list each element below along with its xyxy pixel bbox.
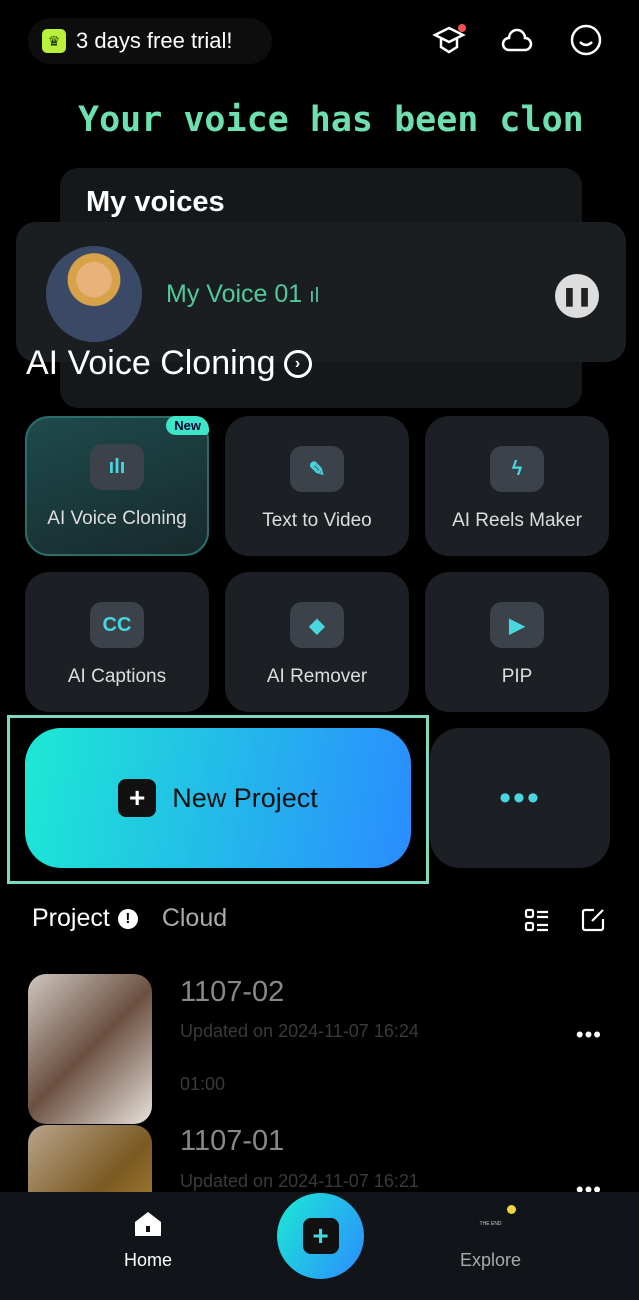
cloud-icon[interactable] [499,22,535,58]
nav-explore[interactable]: THE END Explore [460,1205,522,1271]
explore-thumbnail: THE END [479,1221,502,1227]
nav-home[interactable]: Home [124,1210,172,1271]
voice-avatar [46,246,142,342]
home-icon [135,1212,161,1236]
tool-label: PIP [501,666,533,687]
voice-name: My Voice 01 [166,280,303,308]
voice-cloned-banner: Your voice has been clon [78,100,584,140]
pip-icon: ▶ [490,602,544,648]
pause-button[interactable]: ❚❚ [555,274,599,318]
project-tabs: Project! Cloud [32,904,227,933]
warning-icon: ! [117,908,138,929]
voice-name-row: My Voice 01 ıl [166,280,319,309]
captions-icon: CC [90,602,144,648]
plus-icon: + [118,779,157,817]
tab-project[interactable]: Project! [32,904,138,933]
tool-label: Text to Video [262,510,372,531]
tool-text-to-video[interactable]: ✎ Text to Video [225,416,409,556]
new-badge: New [166,416,209,435]
edit-icon[interactable] [580,907,606,938]
create-fab-button[interactable]: + [277,1193,364,1279]
project-updated: Updated on 2024-11-07 16:24 [180,1021,419,1041]
notification-dot [507,1205,516,1214]
graduation-cap-icon[interactable] [431,22,467,58]
tool-ai-reels-maker[interactable]: ϟ AI Reels Maker [425,416,609,556]
project-row[interactable]: 1107-02 Updated on 2024-11-07 16:24 01:0… [28,974,618,1124]
nav-home-label: Home [124,1250,173,1270]
crown-icon: ♛ [42,29,66,53]
chevron-right-icon: › [283,349,312,378]
eraser-icon: ◆ [290,602,344,648]
nav-explore-label: Explore [460,1250,522,1270]
trial-label: 3 days free trial! [76,28,233,53]
tool-ai-remover[interactable]: ◆ AI Remover [225,572,409,712]
tool-ai-voice-cloning[interactable]: New ılı AI Voice Cloning [25,416,209,556]
tab-cloud[interactable]: Cloud [162,904,227,933]
new-project-button[interactable]: + New Project [25,728,411,868]
more-options-icon[interactable]: ••• [576,1022,602,1048]
list-view-icon[interactable] [524,908,550,939]
project-title: 1107-02 [180,976,285,1008]
free-trial-button[interactable]: ♛ 3 days free trial! [28,18,272,64]
tool-ai-captions[interactable]: CC AI Captions [25,572,209,712]
plus-icon: + [302,1218,339,1254]
pen-video-icon: ✎ [290,446,344,492]
lightning-icon: ϟ [490,446,544,492]
tool-pip[interactable]: ▶ PIP [425,572,609,712]
section-title: AI Voice Cloning [26,344,276,382]
project-duration: 01:00 [180,1074,226,1094]
voice-wave-icon: ılı [90,444,144,490]
tool-label: AI Voice Cloning [47,508,187,529]
ai-voice-cloning-link[interactable]: AI Voice Cloning › [26,344,312,383]
project-thumbnail [28,974,152,1124]
profile-smile-icon[interactable] [568,22,604,58]
tool-label: AI Remover [266,666,368,687]
project-updated: Updated on 2024-11-07 16:21 [180,1171,419,1191]
tool-label: AI Reels Maker [452,510,582,531]
new-project-label: New Project [172,782,318,813]
tool-label: AI Captions [67,666,167,687]
my-voices-title: My voices [86,186,225,218]
audio-level-icon: ıl [309,285,320,307]
project-title: 1107-01 [180,1125,285,1157]
more-tools-button[interactable]: ••• [430,728,610,868]
tab-project-label: Project [32,904,110,932]
